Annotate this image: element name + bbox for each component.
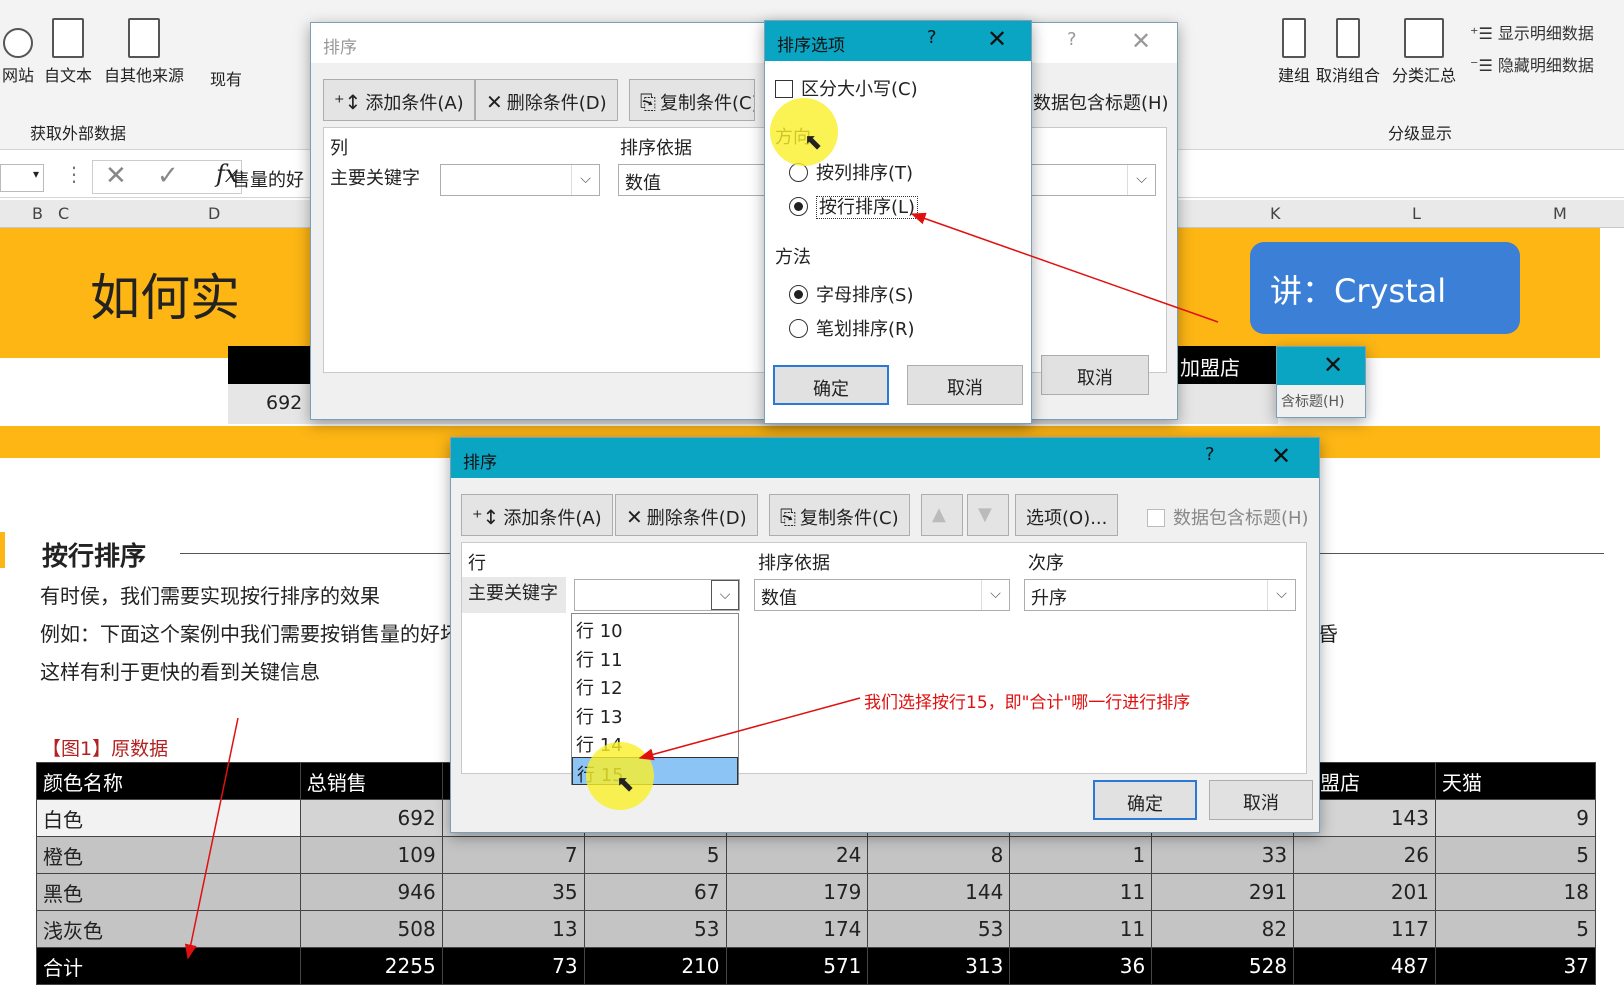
annotation-arrows	[184, 212, 1219, 960]
arrow-to-row15	[638, 697, 861, 761]
arrow-to-by-row	[910, 212, 1219, 323]
arrow-to-total-row	[184, 717, 239, 960]
